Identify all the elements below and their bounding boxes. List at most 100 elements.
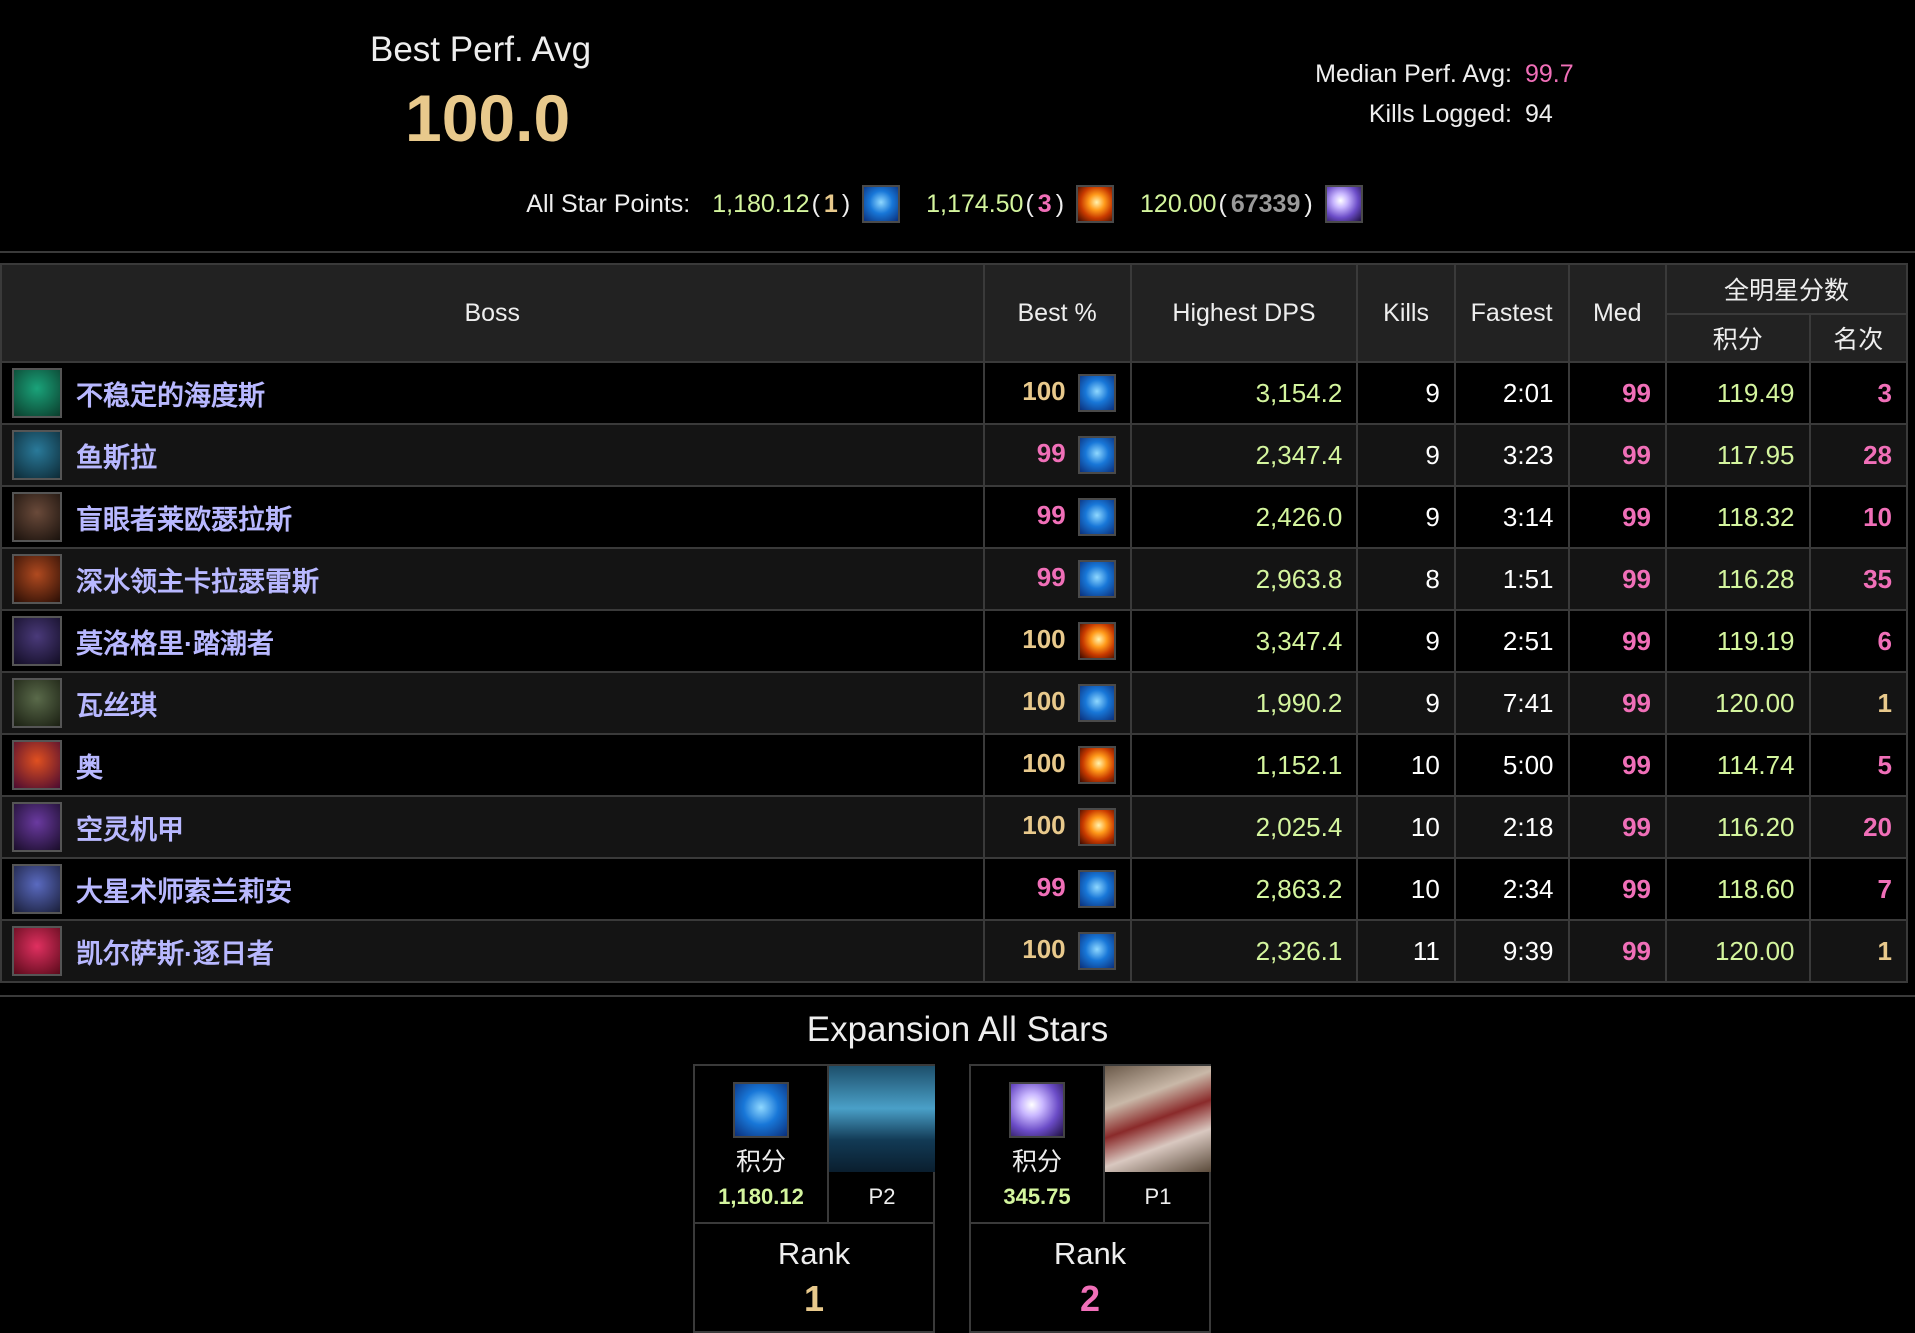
allstar-rank: 20: [1808, 795, 1908, 859]
allstar-rank: 35: [1808, 547, 1908, 611]
boss-cell: 鱼斯拉: [0, 423, 985, 487]
best-percent-cell: 100: [982, 733, 1132, 797]
col-rank[interactable]: 名次: [1808, 313, 1908, 363]
boss-name-link[interactable]: 鱼斯拉: [76, 436, 157, 475]
water-icon[interactable]: [1077, 498, 1116, 536]
boss-name-link[interactable]: 奥: [76, 746, 103, 785]
boss-cell: 不稳定的海度斯: [0, 361, 985, 425]
table-row[interactable]: 瓦丝琪 100 1,990.2 9 7:41 99 120.00 1: [0, 671, 1908, 735]
col-best[interactable]: Best %: [982, 263, 1132, 363]
table-row[interactable]: 莫洛格里·踏潮者 100 3,347.4 9 2:51 99 119.19 6: [0, 609, 1908, 673]
water-icon: [733, 1082, 789, 1138]
boss-cell: 大星术师索兰莉安: [0, 857, 985, 921]
fire-icon[interactable]: [1076, 185, 1115, 223]
water-icon[interactable]: [1077, 436, 1116, 474]
col-med[interactable]: Med: [1567, 263, 1668, 363]
fastest: 1:51: [1453, 547, 1570, 611]
table-row[interactable]: 不稳定的海度斯 100 3,154.2 9 2:01 99 119.49 3: [0, 361, 1908, 425]
table-row[interactable]: 鱼斯拉 99 2,347.4 9 3:23 99 117.95 28: [0, 423, 1908, 487]
best-percent: 100: [1022, 747, 1066, 778]
water-icon[interactable]: [1077, 560, 1116, 598]
water-icon[interactable]: [1077, 374, 1116, 412]
fastest: 9:39: [1453, 919, 1570, 983]
col-fastest[interactable]: Fastest: [1453, 263, 1570, 363]
fastest: 2:18: [1453, 795, 1570, 859]
allstar-rank: 7: [1808, 857, 1908, 921]
card-rank-label: Rank: [1053, 1236, 1127, 1271]
expansion-card[interactable]: 积分 1,180.12 P2 Rank 1: [693, 1064, 935, 1333]
water-icon[interactable]: [1077, 932, 1116, 970]
all-star-points: 1,180.12: [712, 189, 810, 218]
paren-close: ): [841, 189, 851, 218]
col-highest-dps[interactable]: Highest DPS: [1129, 263, 1359, 363]
arcane-icon[interactable]: [1324, 185, 1363, 223]
boss-portrait: [12, 802, 62, 852]
fire-icon[interactable]: [1077, 808, 1116, 846]
table-row[interactable]: 盲眼者莱欧瑟拉斯 99 2,426.0 9 3:14 99 118.32 10: [0, 485, 1908, 549]
table-row[interactable]: 奥 100 1,152.1 10 5:00 99 114.74 5: [0, 733, 1908, 797]
card-phase-cell: P1: [1105, 1066, 1211, 1224]
allstar-rank: 28: [1808, 423, 1908, 487]
water-icon[interactable]: [1077, 870, 1116, 908]
fire-icon[interactable]: [1077, 622, 1116, 660]
water-icon[interactable]: [1077, 684, 1116, 722]
allstar-points: 117.95: [1665, 423, 1811, 487]
best-percent-cell: 100: [982, 671, 1132, 735]
median: 99: [1567, 857, 1668, 921]
allstar-points: 114.74: [1665, 733, 1811, 797]
boss-cell: 空灵机甲: [0, 795, 985, 859]
fastest: 7:41: [1453, 671, 1570, 735]
best-perf-avg-value: 100.0: [405, 81, 571, 155]
allstar-points: 119.49: [1665, 361, 1811, 425]
boss-name-link[interactable]: 瓦丝琪: [76, 684, 157, 723]
kills: 9: [1356, 361, 1456, 425]
median: 99: [1567, 919, 1668, 983]
allstar-points: 116.20: [1665, 795, 1811, 859]
best-percent: 99: [1036, 561, 1066, 592]
col-kills[interactable]: Kills: [1356, 263, 1456, 363]
card-points-cell: 积分 1,180.12: [695, 1066, 829, 1224]
boss-name-link[interactable]: 大星术师索兰莉安: [76, 870, 292, 909]
fire-icon[interactable]: [1077, 746, 1116, 784]
boss-name-link[interactable]: 盲眼者莱欧瑟拉斯: [76, 498, 292, 537]
best-percent-cell: 99: [982, 485, 1132, 549]
card-points-value: 345.75: [1003, 1184, 1071, 1209]
best-percent: 100: [1022, 623, 1066, 654]
card-points-value: 1,180.12: [718, 1184, 804, 1209]
highest-dps: 2,863.2: [1129, 857, 1359, 921]
table-row[interactable]: 凯尔萨斯·逐日者 100 2,326.1 11 9:39 99 120.00 1: [0, 919, 1908, 983]
kills: 9: [1356, 423, 1456, 487]
median: 99: [1567, 609, 1668, 673]
kills: 11: [1356, 919, 1456, 983]
table-row[interactable]: 深水领主卡拉瑟雷斯 99 2,963.8 8 1:51 99 116.28 35: [0, 547, 1908, 611]
col-points[interactable]: 积分: [1665, 313, 1811, 363]
median-perf-avg-label: Median Perf. Avg:: [1315, 60, 1512, 88]
fastest: 2:51: [1453, 609, 1570, 673]
highest-dps: 2,326.1: [1129, 919, 1359, 983]
best-percent-cell: 100: [982, 795, 1132, 859]
boss-name-link[interactable]: 空灵机甲: [76, 808, 184, 847]
best-percent: 99: [1036, 437, 1066, 468]
expansion-card[interactable]: 积分 345.75 P1 Rank 2: [969, 1064, 1211, 1333]
zone-image: [829, 1066, 935, 1172]
boss-name-link[interactable]: 莫洛格里·踏潮者: [76, 622, 274, 661]
boss-cell: 深水领主卡拉瑟雷斯: [0, 547, 985, 611]
all-star-entry[interactable]: 1,180.12 (1): [712, 185, 901, 223]
col-boss[interactable]: Boss: [0, 263, 985, 363]
all-star-entry[interactable]: 1,174.50 (3): [926, 185, 1115, 223]
table-row[interactable]: 大星术师索兰莉安 99 2,863.2 10 2:34 99 118.60 7: [0, 857, 1908, 921]
all-star-points: 1,174.50: [926, 189, 1024, 218]
boss-name-link[interactable]: 不稳定的海度斯: [76, 374, 265, 413]
highest-dps: 2,963.8: [1129, 547, 1359, 611]
card-phase-cell: P2: [829, 1066, 935, 1224]
allstar-rank: 5: [1808, 733, 1908, 797]
best-percent: 99: [1036, 499, 1066, 530]
table-row[interactable]: 空灵机甲 100 2,025.4 10 2:18 99 116.20 20: [0, 795, 1908, 859]
boss-name-link[interactable]: 深水领主卡拉瑟雷斯: [76, 560, 319, 599]
water-icon[interactable]: [862, 185, 901, 223]
all-star-entry[interactable]: 120.00 (67339): [1140, 185, 1363, 223]
fastest: 2:34: [1453, 857, 1570, 921]
boss-name-link[interactable]: 凯尔萨斯·逐日者: [76, 932, 274, 971]
divider: [0, 995, 1915, 997]
allstar-points: 118.32: [1665, 485, 1811, 549]
